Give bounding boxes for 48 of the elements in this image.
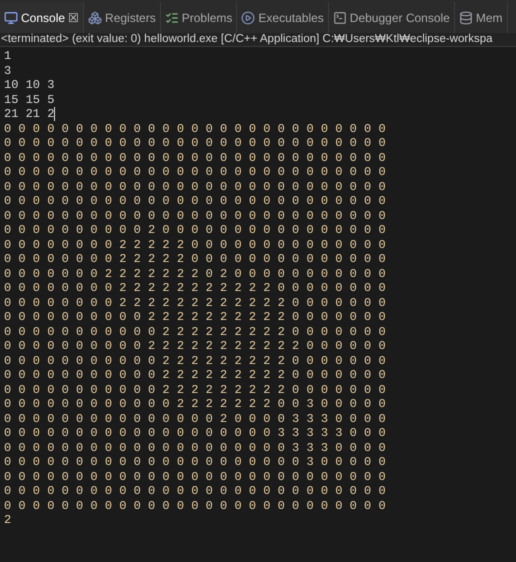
close-tab-button[interactable]: ☒	[68, 8, 80, 26]
console-output-line: 0 0 0 0 0 0 0 0 0 0 0 2 2 2 2 2 2 2 2 2 0 0 0 0 0 0 0	[4, 382, 386, 397]
console-output-line: 0 0 0 0 0 0 0 0 0 0 0 0 0 0 0 0 0 0 0 0 0 0 0 0 0 0 0	[4, 484, 386, 498]
console-output-line: 0 0 0 0 0 0 0 0 0 0 0 0 0 0 0 0 0 0 0 0 0 0 0 0 0 0 0	[4, 208, 386, 223]
console-output-line: 0 0 0 0 0 0 0 0 0 0 0 2 2 2 2 2 2 2 2 2 0 0 0 0 0 0 0	[4, 368, 386, 382]
console-output-line: 0 0 0 0 0 0 0 0 0 0 0 0 0 0 0 0 0 0 0 0 0 0 0 0 0 0 0	[4, 470, 386, 484]
play-icon	[241, 10, 256, 24]
console-output-line: 2	[4, 513, 12, 528]
tab-label: Console	[21, 10, 66, 26]
console-output-line: 0 0 0 0 0 0 0 0 0 0 0 2 2 2 2 2 2 2 2 2 0 0 0 0 0 0 0	[4, 354, 386, 368]
checklist-icon	[164, 10, 179, 24]
console-output-line: 0 0 0 0 0 0 0 0 2 2 2 2 2 0 0 0 0 0 0 0 0 0 0 0 0 0 0	[4, 252, 386, 266]
console-output-line: 0 0 0 0 0 0 0 0 0 0 0 2 2 2 2 2 2 2 2 2 0 0 0 0 0 0 0	[4, 324, 386, 339]
tab-label: Executables	[258, 10, 324, 26]
monitor-icon	[4, 10, 18, 24]
console-input-line: 10 10 3	[4, 78, 54, 92]
console-output-line: 0 0 0 0 0 0 0 0 0 0 0 0 0 0 0 0 0 0 0 0 0 0 0 0 0 0 0	[4, 180, 386, 194]
console-output-line: 0 0 0 0 0 0 0 0 0 0 0 0 0 0 0 0 0 0 0 0 3 3 3 0 0 0 0	[4, 440, 386, 455]
tab-label: Debugger Console	[350, 10, 450, 26]
console-output-line: 0 0 0 0 0 0 0 0 0 0 0 0 2 2 2 2 2 2 2 0 0 3 0 0 0 0 0	[4, 397, 386, 412]
console-output-line: 0 0 0 0 0 0 0 0 0 0 2 2 2 2 2 2 2 2 2 2 0 0 0 0 0 0 0	[4, 310, 386, 324]
console-output-line: 0 0 0 0 0 0 0 0 0 0 0 0 0 0 0 0 0 0 0 0 0 0 0 0 0 0 0	[4, 136, 386, 150]
console-output-line: 0 0 0 0 0 0 0 2 2 2 2 2 2 2 0 2 0 0 0 0 0 0 0 0 0 0 0	[4, 266, 386, 281]
tab-label: Registers	[105, 10, 156, 26]
console-output-line: 0 0 0 0 0 0 0 0 0 0 0 0 0 0 0 0 0 0 0 0 0 0 0 0 0 0 0	[4, 194, 386, 208]
console-output-line: 0 0 0 0 0 0 0 0 0 0 0 0 0 0 0 0 0 0 0 0 0 0 0 0 0 0 0	[4, 122, 386, 136]
tab-label: Problems	[182, 10, 232, 26]
console-output-line: 0 0 0 0 0 0 0 0 0 0 2 2 2 2 2 2 2 2 2 2 2 0 0 0 0 0 0	[4, 339, 386, 354]
console-input-line: 21 21 2	[4, 107, 54, 122]
console-output-line: 0 0 0 0 0 0 0 0 0 0 0 0 0 0 0 0 0 0 0 3 3 3 3 3 0 0 0	[4, 426, 386, 440]
tab-label: Mem	[476, 10, 503, 26]
console-output-line: 0 0 0 0 0 0 0 0 0 0 0 0 0 0 0 0 0 0 0 0 0 3 0 0 0 0 0	[4, 455, 386, 470]
console-input-line: 3	[4, 64, 12, 78]
console-output-line: 0 0 0 0 0 0 0 0 0 0 0 0 0 0 0 2 0 0 0 0 3 3 3 0 0 0 0	[4, 412, 386, 426]
console-input-line: 15 15 5	[4, 92, 54, 107]
stack-icon	[458, 10, 473, 24]
console-output-line: 0 0 0 0 0 0 0 0 2 2 2 2 2 0 0 0 0 0 0 0 0 0 0 0 0 0 0	[4, 238, 386, 252]
terminal-icon	[332, 10, 347, 24]
console-output-line: 0 0 0 0 0 0 0 0 0 0 2 0 0 0 0 0 0 0 0 0 0 0 0 0 0 0 0	[4, 223, 386, 238]
console-output-line: 0 0 0 0 0 0 0 0 0 0 0 0 0 0 0 0 0 0 0 0 0 0 0 0 0 0 0	[4, 150, 386, 165]
view-tab[interactable]: Console ☒	[0, 2, 84, 33]
cubes-icon	[88, 10, 102, 24]
text-cursor	[54, 107, 56, 122]
console-output-line: 0 0 0 0 0 0 0 0 2 2 2 2 2 2 2 2 2 2 2 0 0 0 0 0 0 0 0	[4, 281, 386, 296]
console-output-line: 0 0 0 0 0 0 0 0 2 2 2 2 2 2 2 2 2 2 2 2 0 0 0 0 0 0 0	[4, 296, 386, 310]
console-output-line: 0 0 0 0 0 0 0 0 0 0 0 0 0 0 0 0 0 0 0 0 0 0 0 0 0 0 0	[4, 165, 386, 180]
console-input-line: 1	[4, 49, 12, 64]
console-output-line: 0 0 0 0 0 0 0 0 0 0 0 0 0 0 0 0 0 0 0 0 0 0 0 0 0 0 0	[4, 498, 386, 513]
